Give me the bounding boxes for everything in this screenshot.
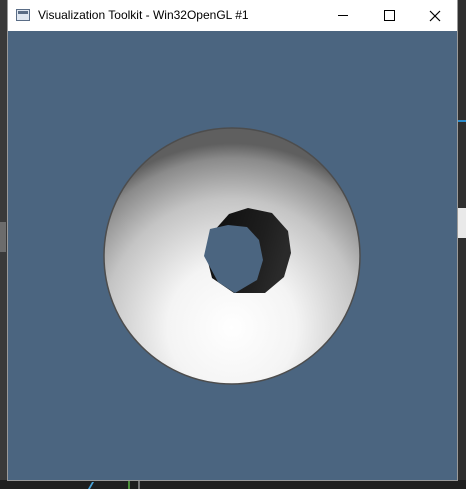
background-window-right <box>457 0 466 489</box>
background-taskbar-strip <box>0 480 466 489</box>
render-viewport[interactable] <box>8 31 457 480</box>
title-bar[interactable]: Visualization Toolkit - Win32OpenGL #1 <box>8 0 457 31</box>
render-scene <box>103 127 361 385</box>
background-window-left <box>0 0 8 489</box>
vtk-render-window[interactable]: Visualization Toolkit - Win32OpenGL #1 <box>8 0 457 480</box>
close-button[interactable] <box>412 0 458 31</box>
close-icon <box>429 10 441 21</box>
maximize-icon <box>383 10 395 21</box>
maximize-button[interactable] <box>366 0 412 31</box>
window-title: Visualization Toolkit - Win32OpenGL #1 <box>38 8 249 22</box>
minimize-icon <box>338 15 348 16</box>
minimize-button[interactable] <box>320 0 366 31</box>
desktop: Visualization Toolkit - Win32OpenGL #1 <box>0 0 466 489</box>
app-window-icon[interactable] <box>16 9 30 21</box>
